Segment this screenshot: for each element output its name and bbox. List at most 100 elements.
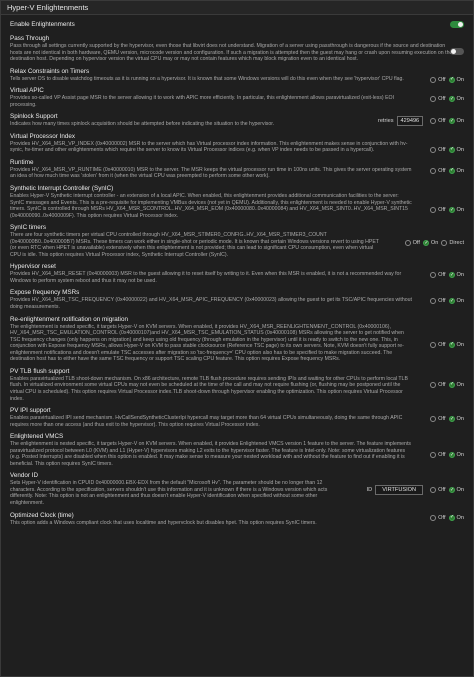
radio-dot	[430, 167, 437, 174]
radio-dot	[404, 240, 411, 247]
radio-dot	[448, 146, 455, 153]
evmcs-on-radio[interactable]: On	[448, 452, 464, 459]
reset-off-radio[interactable]: Off	[430, 272, 446, 279]
vendor-controls: ID VIRTFUSION Off On	[366, 485, 464, 496]
radio-label-on: On	[456, 416, 464, 423]
radio-label-off: Off	[438, 381, 446, 388]
radio-label-off: Off	[438, 96, 446, 103]
synic-radio-group: Off On	[430, 207, 464, 214]
reenlightenment-on-radio[interactable]: On	[448, 341, 464, 348]
evmcs-desc: The enlightenment is nested specific, it…	[10, 441, 411, 467]
pass-through-title: Pass Through	[10, 35, 50, 42]
frequencies-title: Expose frequency MSRs	[10, 289, 80, 297]
reenlightenment-off-radio[interactable]: Off	[430, 341, 446, 348]
radio-label-on: On	[430, 240, 439, 247]
spinlock-on-radio[interactable]: On	[448, 118, 464, 125]
radio-dot	[448, 96, 455, 103]
radio-dot	[430, 514, 437, 521]
reset-desc: Provides HV_X64_MSR_RESET (0x40000003) M…	[10, 271, 402, 284]
stimer-direct-radio[interactable]: Direct	[441, 240, 464, 247]
section-pv-ipi: PV IPI support Enables paravirtualized I…	[10, 407, 464, 428]
radio-dot	[430, 96, 437, 103]
radio-label-on: On	[456, 452, 464, 459]
section-virtual-apic: Virtual APIC Provides so-called VP Assis…	[10, 87, 464, 108]
radio-label-off: Off	[438, 514, 446, 521]
ipi-on-radio[interactable]: On	[448, 416, 464, 423]
tlbflush-radio-group: Off On	[430, 381, 464, 388]
radio-label-on: On	[456, 167, 464, 174]
radio-dot	[430, 487, 437, 494]
evmcs-radio-group: Off On	[430, 452, 464, 459]
radio-dot	[448, 118, 455, 125]
frequencies-on-radio[interactable]: On	[448, 298, 464, 305]
synic-on-radio[interactable]: On	[448, 207, 464, 214]
frequencies-off-radio[interactable]: Off	[430, 298, 446, 305]
vendor-off-radio[interactable]: Off	[430, 487, 446, 494]
radio-dot	[430, 381, 437, 388]
optclock-on-radio[interactable]: On	[448, 514, 464, 521]
radio-dot	[448, 207, 455, 214]
runtime-off-radio[interactable]: Off	[430, 167, 446, 174]
optclock-desc: This option adds a Windows compliant clo…	[10, 519, 317, 526]
radio-label-direct: Direct	[449, 240, 464, 247]
radio-label-off: Off	[438, 487, 446, 494]
relax-radio-group: Off On	[430, 76, 464, 83]
tlbflush-off-radio[interactable]: Off	[430, 381, 446, 388]
stimer-off-radio[interactable]: Off	[404, 240, 420, 247]
vpindex-on-radio[interactable]: On	[448, 146, 464, 153]
radio-label-on: On	[456, 487, 464, 494]
ipi-off-radio[interactable]: Off	[430, 416, 446, 423]
section-reenlightenment: Re-enlightenment notification on migrati…	[10, 316, 464, 363]
radio-label-on: On	[456, 76, 464, 83]
vapic-title: Virtual APIC	[10, 87, 44, 95]
stimer-desc: There are four synthetic timers per virt…	[10, 232, 379, 258]
section-spinlock: Spinlock Support Indicates how many time…	[10, 113, 464, 128]
vapic-off-radio[interactable]: Off	[430, 96, 446, 103]
vpindex-title: Virtual Processor Index	[10, 132, 75, 140]
runtime-on-radio[interactable]: On	[448, 167, 464, 174]
frequencies-desc: Provides HV_X64_MSR_TSC_FREQUENCY (0x400…	[10, 297, 412, 311]
spinlock-off-radio[interactable]: Off	[430, 118, 446, 125]
radio-dot	[448, 341, 455, 348]
ipi-desc: Enables paravirtualized IPI send mechani…	[10, 415, 403, 428]
section-relax-timers: Relax Constraints on Timers Tells server…	[10, 68, 464, 83]
tlbflush-title: PV TLB flush support	[10, 367, 70, 375]
radio-dot	[430, 272, 437, 279]
stimer-radio-group: Off On Direct	[404, 240, 464, 247]
vendor-title: Vendor ID	[10, 472, 39, 480]
reset-on-radio[interactable]: On	[448, 272, 464, 279]
radio-dot	[430, 118, 437, 125]
section-hypervisor-reset: Hypervisor reset Provides HV_X64_MSR_RES…	[10, 263, 464, 284]
hyperv-panel: Hyper-V Enlightenments Enable Enlightenm…	[0, 0, 474, 677]
vendor-id-label: ID	[366, 487, 373, 494]
stimer-on-radio[interactable]: On	[422, 240, 439, 247]
radio-label-on: On	[456, 272, 464, 279]
enable-enlightenments-toggle[interactable]	[450, 21, 464, 28]
reenlightenment-title: Re-enlightenment notification on migrati…	[10, 315, 128, 323]
radio-label-on: On	[456, 341, 464, 348]
tlbflush-desc: Enables paravirtualized TLB shoot-down m…	[10, 375, 408, 402]
radio-label-on: On	[456, 381, 464, 388]
section-vendor-id: Vendor ID Sets Hyper-V identification in…	[10, 472, 464, 506]
section-synic: Synthetic Interrupt Controller (SynIC) E…	[10, 185, 464, 219]
vendor-id-input[interactable]: VIRTFUSION	[375, 485, 424, 496]
vapic-on-radio[interactable]: On	[448, 96, 464, 103]
ipi-radio-group: Off On	[430, 416, 464, 423]
synic-title: Synthetic Interrupt Controller (SynIC)	[10, 185, 114, 193]
runtime-radio-group: Off On	[430, 167, 464, 174]
synic-off-radio[interactable]: Off	[430, 207, 446, 214]
spinlock-retries-input[interactable]: 429496	[396, 116, 424, 127]
section-pass-through: Pass Through Pass through all settings c…	[10, 35, 464, 63]
vendor-on-radio[interactable]: On	[448, 487, 464, 494]
relax-off-radio[interactable]: Off	[430, 76, 446, 83]
optclock-off-radio[interactable]: Off	[430, 514, 446, 521]
vpindex-off-radio[interactable]: Off	[430, 146, 446, 153]
spinlock-retries-label: retries	[377, 118, 394, 125]
evmcs-off-radio[interactable]: Off	[430, 452, 446, 459]
relax-on-radio[interactable]: On	[448, 76, 464, 83]
synic-desc: Enables Hyper-V Synthetic interrupt cont…	[10, 193, 412, 219]
spinlock-controls: retries 429496 Off On	[377, 116, 464, 127]
runtime-title: Runtime	[10, 158, 34, 166]
tlbflush-on-radio[interactable]: On	[448, 381, 464, 388]
pass-through-toggle[interactable]	[450, 48, 464, 55]
